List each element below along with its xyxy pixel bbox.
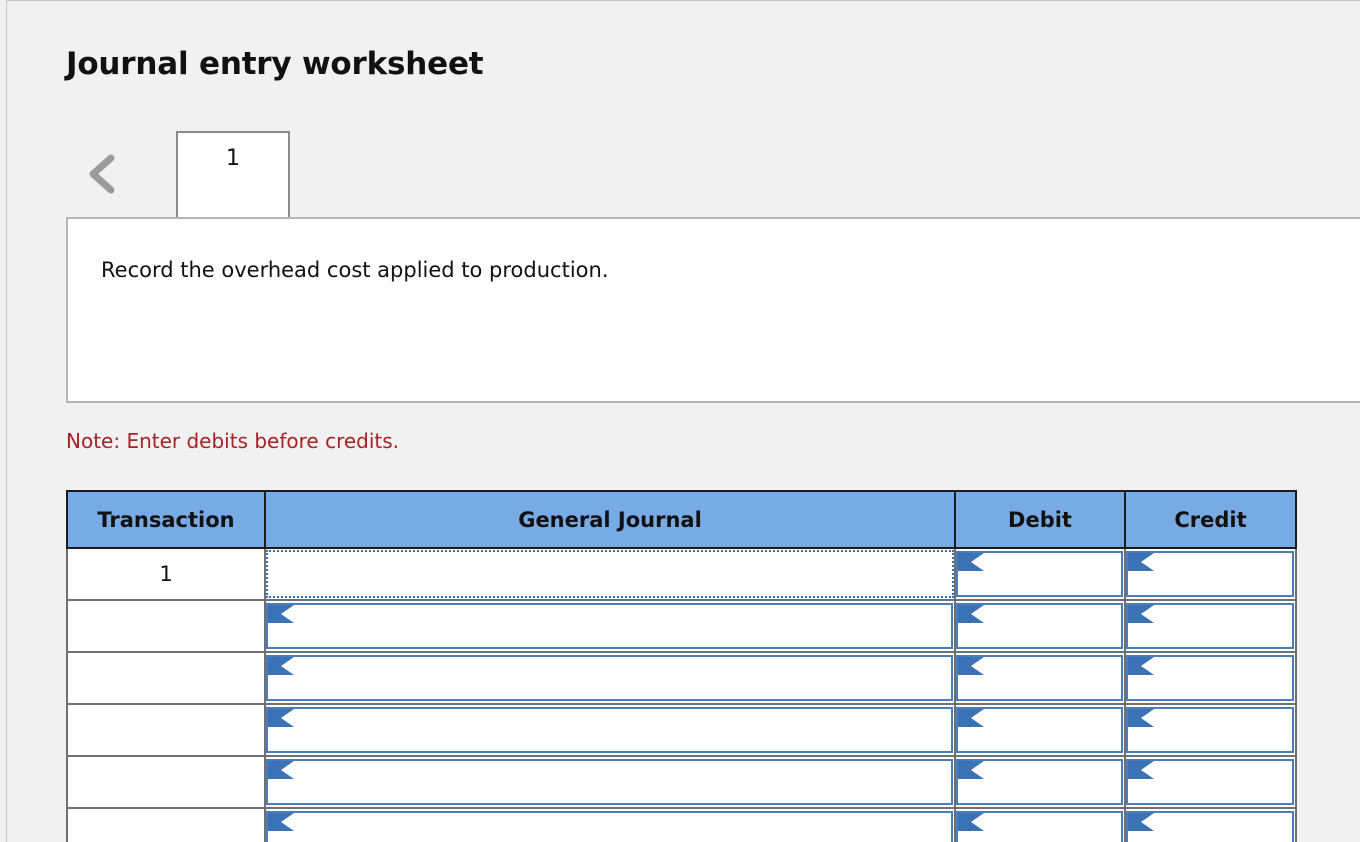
- tab-strip: 1: [66, 131, 1360, 219]
- journal-table-header-row: Transaction General Journal Debit Credit: [66, 490, 1297, 549]
- cell-transaction[interactable]: [66, 703, 266, 757]
- table-row: [66, 807, 1297, 842]
- credit-input[interactable]: [1126, 551, 1294, 597]
- credit-input[interactable]: [1126, 811, 1294, 842]
- cell-credit[interactable]: [1124, 547, 1297, 601]
- tab-1-label: 1: [226, 146, 240, 171]
- chevron-left-icon: [85, 152, 119, 196]
- credit-input[interactable]: [1126, 759, 1294, 805]
- cell-transaction[interactable]: [66, 651, 266, 705]
- page-left-rule: [6, 0, 7, 842]
- general-journal-input[interactable]: [266, 811, 953, 842]
- cell-debit[interactable]: [954, 807, 1126, 842]
- cell-transaction[interactable]: [66, 807, 266, 842]
- cell-debit[interactable]: [954, 755, 1126, 809]
- cell-credit[interactable]: [1124, 599, 1297, 653]
- column-header-debit: Debit: [954, 490, 1126, 549]
- cell-general-journal[interactable]: [264, 599, 956, 653]
- general-journal-input[interactable]: [266, 759, 953, 805]
- credit-input[interactable]: [1126, 655, 1294, 701]
- cell-transaction[interactable]: [66, 755, 266, 809]
- cell-credit[interactable]: [1124, 807, 1297, 842]
- debit-input[interactable]: [956, 655, 1123, 701]
- cell-debit[interactable]: [954, 599, 1126, 653]
- cell-general-journal[interactable]: [264, 807, 956, 842]
- debit-input[interactable]: [956, 603, 1123, 649]
- credit-input[interactable]: [1126, 603, 1294, 649]
- cell-general-journal[interactable]: [264, 755, 956, 809]
- previous-tab-button[interactable]: [70, 139, 134, 209]
- cell-general-journal[interactable]: [264, 547, 956, 601]
- cell-transaction[interactable]: [66, 599, 266, 653]
- table-row: [66, 755, 1297, 809]
- cell-transaction[interactable]: 1: [66, 547, 266, 601]
- credit-input[interactable]: [1126, 707, 1294, 753]
- table-row: [66, 703, 1297, 757]
- cell-general-journal[interactable]: [264, 703, 956, 757]
- cell-debit[interactable]: [954, 547, 1126, 601]
- tab-1[interactable]: 1: [176, 131, 290, 219]
- debit-input[interactable]: [956, 759, 1123, 805]
- cell-debit[interactable]: [954, 703, 1126, 757]
- debit-input[interactable]: [956, 551, 1123, 597]
- table-row: [66, 599, 1297, 653]
- table-row: 1: [66, 547, 1297, 601]
- column-header-transaction: Transaction: [66, 490, 266, 549]
- general-journal-input[interactable]: [266, 550, 954, 598]
- debits-before-credits-note: Note: Enter debits before credits.: [66, 429, 400, 453]
- table-row: [66, 651, 1297, 705]
- general-journal-input[interactable]: [266, 603, 953, 649]
- debit-input[interactable]: [956, 707, 1123, 753]
- page-top-rule: [6, 0, 1360, 1]
- question-panel: Record the overhead cost applied to prod…: [66, 217, 1360, 403]
- question-text: Record the overhead cost applied to prod…: [101, 258, 609, 282]
- general-journal-input[interactable]: [266, 707, 953, 753]
- column-header-general-journal: General Journal: [264, 490, 956, 549]
- page-title: Journal entry worksheet: [66, 46, 484, 82]
- cell-credit[interactable]: [1124, 703, 1297, 757]
- journal-entry-table: Transaction General Journal Debit Credit…: [66, 490, 1297, 842]
- cell-credit[interactable]: [1124, 651, 1297, 705]
- cell-credit[interactable]: [1124, 755, 1297, 809]
- general-journal-input[interactable]: [266, 655, 953, 701]
- journal-entry-worksheet-page: Journal entry worksheet 1 Record the ove…: [0, 0, 1360, 842]
- cell-general-journal[interactable]: [264, 651, 956, 705]
- column-header-credit: Credit: [1124, 490, 1297, 549]
- debit-input[interactable]: [956, 811, 1123, 842]
- cell-debit[interactable]: [954, 651, 1126, 705]
